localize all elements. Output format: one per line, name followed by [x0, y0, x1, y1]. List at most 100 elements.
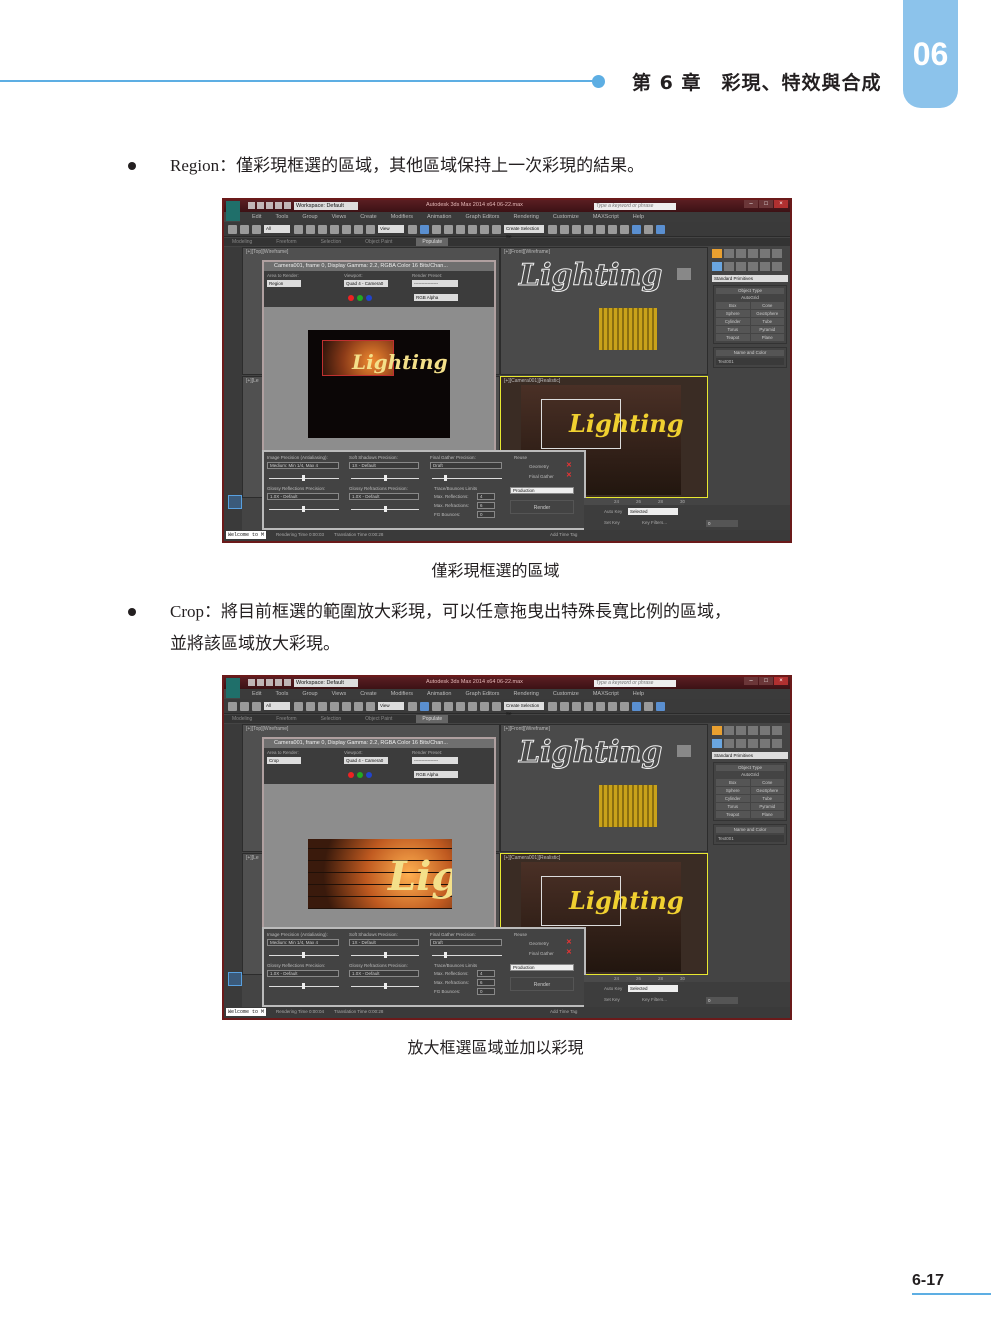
render-icon[interactable] [656, 702, 665, 711]
new-icon[interactable] [248, 202, 255, 209]
menu-modifiers[interactable]: Modifiers [391, 212, 413, 222]
geometry-icon[interactable] [712, 739, 722, 748]
edit-named-sel-icon[interactable] [492, 702, 501, 711]
create-tab-icon[interactable] [712, 726, 722, 735]
render-setup-icon[interactable] [632, 225, 641, 234]
render-canvas[interactable]: Lighting [308, 330, 450, 438]
final-gather-slider[interactable] [432, 478, 502, 479]
primitive-sphere[interactable]: Sphere [716, 310, 750, 317]
app-logo-icon[interactable] [226, 201, 240, 221]
modify-tab-icon[interactable] [724, 726, 734, 735]
primitive-plane[interactable]: Plane [750, 334, 784, 341]
align-icon[interactable] [560, 702, 569, 711]
menu-animation[interactable]: Animation [427, 689, 451, 699]
primitive-cylinder[interactable]: Cylinder [716, 795, 750, 802]
select-by-name-icon[interactable] [306, 702, 315, 711]
rollout-header[interactable]: Name and Color [716, 350, 784, 356]
viewport-front[interactable]: [+][Front][Wireframe] Lighting [500, 247, 708, 375]
ribbon-tab-populate[interactable]: Populate [416, 715, 449, 723]
lights-icon[interactable] [736, 262, 746, 271]
slider-knob[interactable] [302, 506, 305, 512]
window-crossing-icon[interactable] [330, 225, 339, 234]
reuse-final-gather-checkbox[interactable]: Final Gather [529, 474, 554, 479]
curve-editor-icon[interactable] [596, 702, 605, 711]
menu-animation[interactable]: Animation [427, 212, 451, 222]
slider-knob[interactable] [444, 475, 447, 481]
lights-icon[interactable] [736, 739, 746, 748]
material-editor-icon[interactable] [620, 225, 629, 234]
render-canvas[interactable]: Lighting [308, 839, 452, 909]
snap-icon[interactable] [444, 225, 453, 234]
key-filters-button[interactable]: Key Filters... [642, 997, 667, 1002]
rendered-frame-icon[interactable] [644, 225, 653, 234]
object-name-field[interactable]: Text001 [716, 835, 784, 842]
link-icon[interactable] [228, 225, 237, 234]
menu-maxscript[interactable]: MAXScript [593, 689, 619, 699]
redo-icon[interactable] [284, 679, 291, 686]
primitive-cylinder[interactable]: Cylinder [716, 318, 750, 325]
pivot-icon[interactable] [408, 225, 417, 234]
render-preset-dropdown[interactable]: ---------------- [412, 757, 458, 764]
menu-views[interactable]: Views [332, 212, 347, 222]
menu-create[interactable]: Create [360, 689, 377, 699]
minimize-button[interactable]: – [744, 677, 758, 685]
set-key-button[interactable]: Set Key [604, 520, 620, 525]
hierarchy-tab-icon[interactable] [736, 726, 746, 735]
green-channel-toggle[interactable] [357, 295, 363, 301]
select-object-icon[interactable] [294, 702, 303, 711]
mirror-icon[interactable] [548, 225, 557, 234]
primitive-pyramid[interactable]: Pyramid [750, 803, 784, 810]
save-icon[interactable] [266, 679, 273, 686]
graphite-icon[interactable] [584, 702, 593, 711]
primitive-teapot[interactable]: Teapot [716, 811, 750, 818]
bind-spacewarp-icon[interactable] [252, 702, 261, 711]
menu-rendering[interactable]: Rendering [513, 689, 538, 699]
primitive-plane[interactable]: Plane [750, 811, 784, 818]
motion-tab-icon[interactable] [748, 249, 758, 258]
menu-graph-editors[interactable]: Graph Editors [466, 212, 500, 222]
primitive-tube[interactable]: Tube [750, 318, 784, 325]
fg-bounces-spinner[interactable]: 0 [477, 988, 495, 995]
timeline[interactable]: 24 26 28 30 [584, 975, 685, 982]
selection-filter[interactable]: All [264, 225, 290, 233]
max-refractions-spinner[interactable]: 6 [477, 979, 495, 986]
scale-icon[interactable] [366, 702, 375, 711]
ribbon-tab-modeling[interactable]: Modeling [232, 238, 252, 246]
menu-create[interactable]: Create [360, 212, 377, 222]
snap-icon[interactable] [444, 702, 453, 711]
align-icon[interactable] [560, 225, 569, 234]
ribbon-tab-populate[interactable]: Populate [416, 238, 449, 246]
slider-knob[interactable] [444, 952, 447, 958]
primitive-box[interactable]: Box [716, 779, 750, 786]
menu-edit[interactable]: Edit [252, 212, 261, 222]
move-icon[interactable] [342, 225, 351, 234]
open-icon[interactable] [257, 679, 264, 686]
undo-icon[interactable] [275, 679, 282, 686]
layer-icon[interactable] [572, 225, 581, 234]
create-tab-icon[interactable] [712, 249, 722, 258]
key-filters-button[interactable]: Key Filters... [642, 520, 667, 525]
object-name-field[interactable]: Text001 [716, 358, 784, 365]
clear-final-gather-icon[interactable]: ✕ [566, 471, 572, 479]
menu-modifiers[interactable]: Modifiers [391, 689, 413, 699]
unlink-icon[interactable] [240, 225, 249, 234]
ribbon-tab-selection[interactable]: Selection [321, 715, 342, 723]
curve-editor-icon[interactable] [596, 225, 605, 234]
spinner-snap-icon[interactable] [480, 702, 489, 711]
primitive-torus[interactable]: Torus [716, 803, 750, 810]
ribbon-tab-object-paint[interactable]: Object Paint [365, 238, 392, 246]
rendered-frame-icon[interactable] [644, 702, 653, 711]
minimize-button[interactable]: – [744, 200, 758, 208]
fg-bounces-spinner[interactable]: 0 [477, 511, 495, 518]
shapes-icon[interactable] [724, 739, 734, 748]
maxscript-listener[interactable]: Welcome to M [226, 531, 266, 539]
primitive-teapot[interactable]: Teapot [716, 334, 750, 341]
cameras-icon[interactable] [748, 262, 758, 271]
area-to-render-dropdown[interactable]: Crop [267, 757, 301, 764]
spacewarps-icon[interactable] [772, 739, 782, 748]
rollout-header[interactable]: Object Type [716, 288, 784, 294]
rect-region-icon[interactable] [318, 702, 327, 711]
rotate-icon[interactable] [354, 225, 363, 234]
ribbon-tab-freeform[interactable]: Freeform [276, 715, 296, 723]
menu-group[interactable]: Group [302, 212, 317, 222]
